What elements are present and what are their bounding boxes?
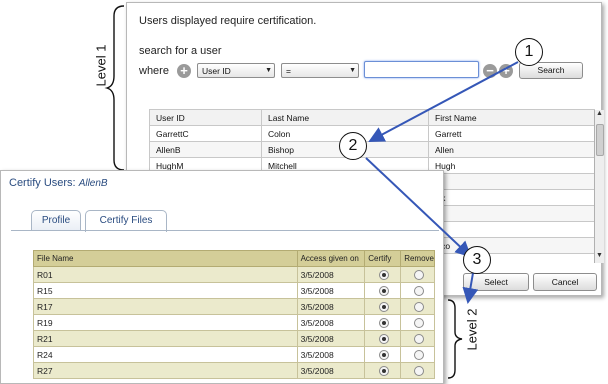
marker-3: 3 xyxy=(463,246,491,274)
arrow-1 xyxy=(368,61,519,142)
arrow-3 xyxy=(462,272,479,304)
marker-2: 2 xyxy=(339,132,367,160)
arrow-2 xyxy=(365,157,472,258)
marker-1: 1 xyxy=(515,38,543,66)
